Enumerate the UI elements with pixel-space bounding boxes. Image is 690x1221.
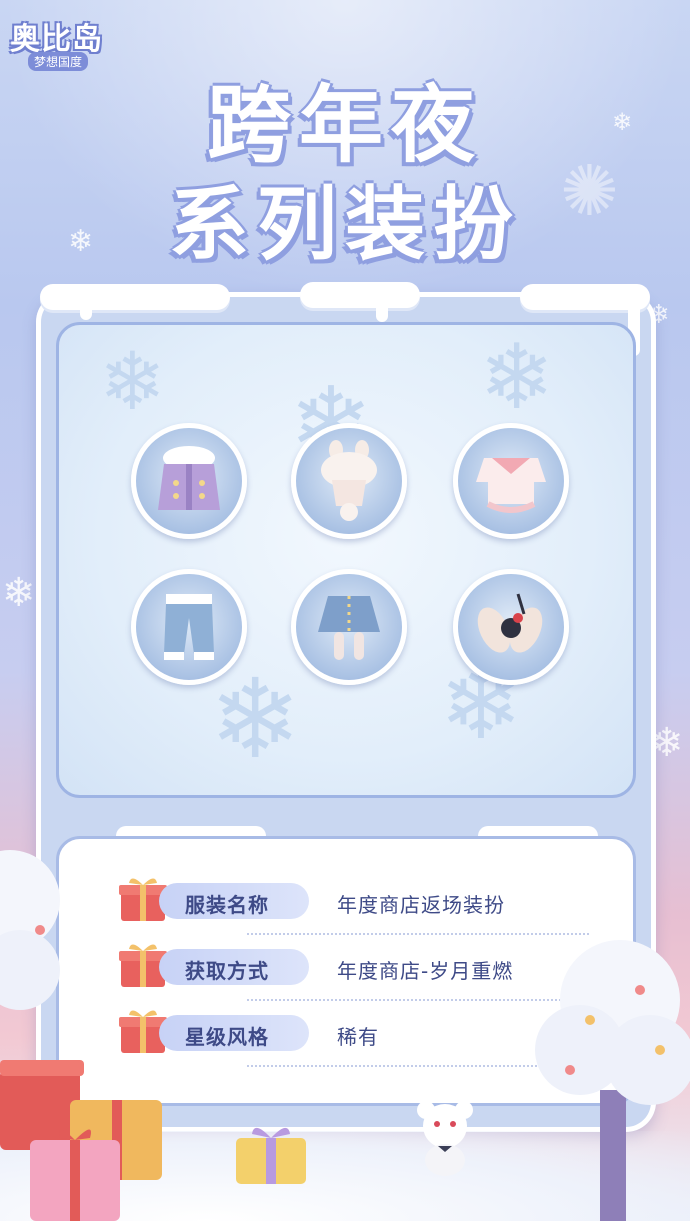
info-value: 年度商店-岁月重燃 [337, 959, 514, 983]
snowflake-icon: ❄ [479, 325, 555, 430]
snowflake-icon: ❄ [2, 570, 36, 616]
info-label: 获取方式 [185, 959, 269, 983]
outfit-items-panel: ❄ ❄ ❄ ❄ ❄ [56, 322, 636, 798]
info-row-rarity: 星级风格 稀有 [119, 1010, 589, 1067]
snowflake-icon: ❄ [99, 335, 167, 428]
info-value: 年度商店返场装扮 [337, 893, 505, 917]
info-row-name: 服装名称 年度商店返场装扮 [119, 878, 589, 935]
gift-box-icon [236, 1127, 306, 1184]
snowy-tree-icon [0, 850, 60, 1010]
info-label: 星级风格 [185, 1025, 269, 1049]
earmuff-item[interactable] [453, 569, 569, 685]
info-label: 服装名称 [185, 893, 269, 917]
info-value: 稀有 [337, 1025, 379, 1049]
denim-skirt-icon [318, 596, 380, 660]
pants-item[interactable] [131, 569, 247, 685]
pink-bow-top-icon [476, 458, 546, 513]
snow-cap-decoration [300, 282, 420, 308]
skirt-item[interactable] [291, 569, 407, 685]
teddy-bear-icon [417, 1101, 473, 1176]
dress-top-item[interactable] [453, 423, 569, 539]
page-title-line2: 系列装扮 [169, 178, 521, 271]
info-row-method: 获取方式 年度商店-岁月重燃 [119, 944, 589, 1001]
denim-pants-icon [164, 594, 214, 660]
bunny-earmuff-icon [477, 593, 543, 653]
snow-drip-decoration [376, 298, 388, 322]
bunny-ear-hat-icon [321, 440, 377, 521]
snowy-tree-icon [535, 940, 690, 1221]
snow-cap-decoration [40, 284, 230, 310]
jacket-item[interactable] [131, 423, 247, 539]
purple-fur-jacket-icon [158, 446, 220, 510]
snow-drip-decoration [80, 300, 92, 320]
gift-boxes-icon [0, 1060, 162, 1221]
hat-item[interactable] [291, 423, 407, 539]
